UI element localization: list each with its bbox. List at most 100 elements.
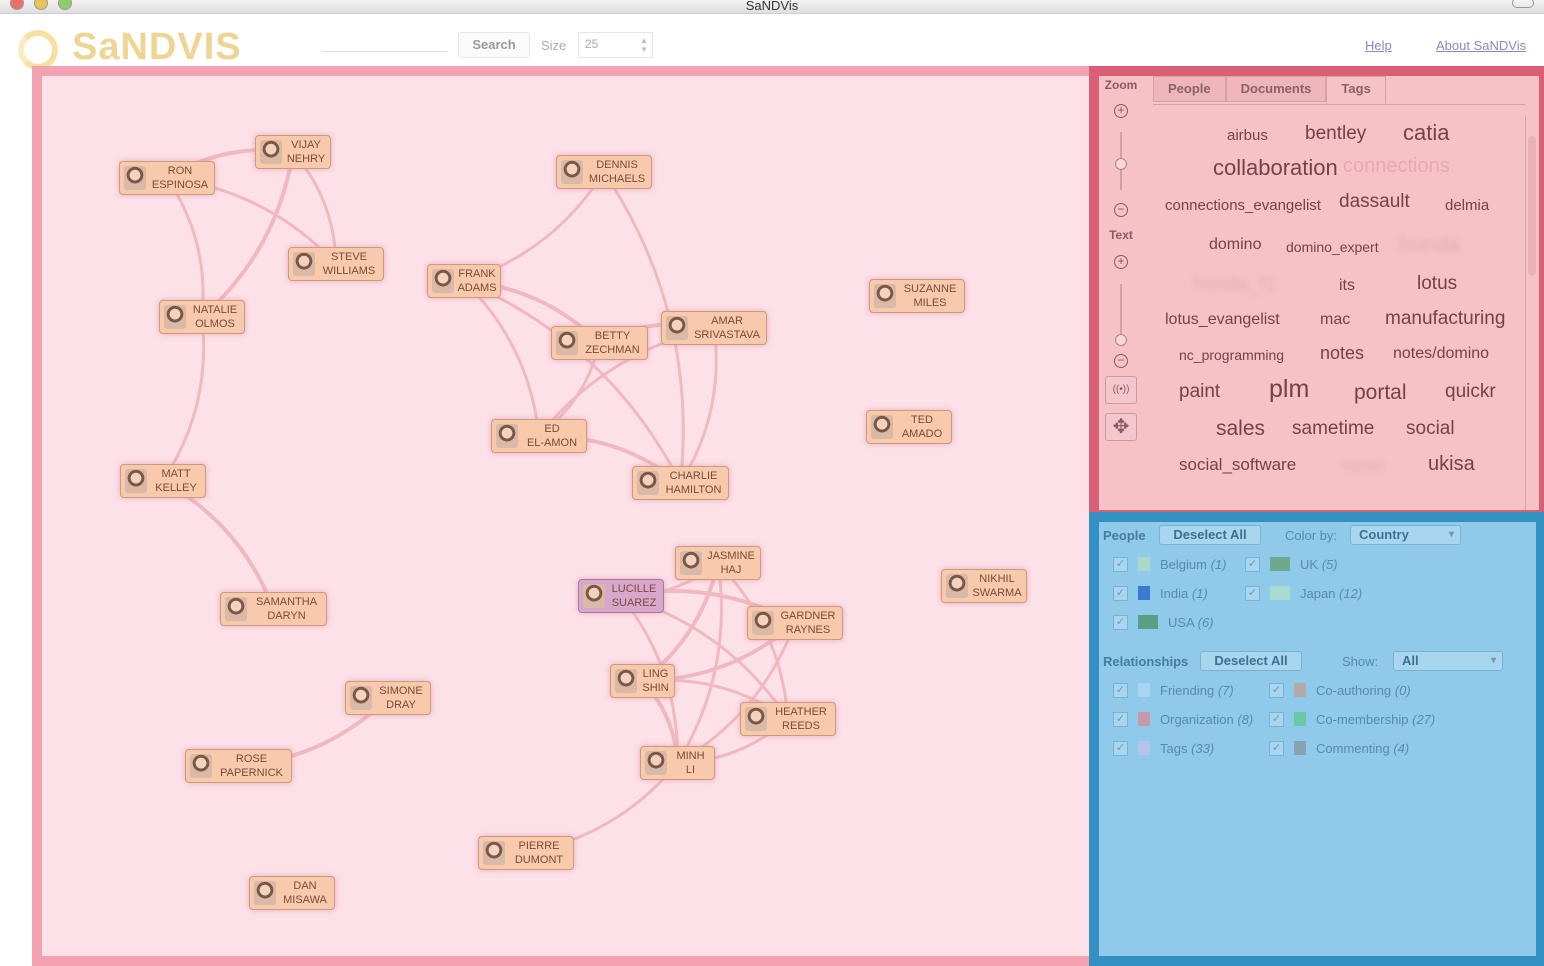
- person-node[interactable]: MINH LI: [640, 746, 715, 780]
- tag-item[interactable]: honda: [1399, 232, 1460, 258]
- radar-icon[interactable]: ((•)): [1105, 376, 1137, 404]
- tag-item[interactable]: domino_expert: [1286, 239, 1379, 255]
- person-node[interactable]: BETTY ZECHMAN: [551, 326, 648, 360]
- person-node[interactable]: ED EL-AMON: [491, 419, 587, 453]
- filter-checkbox[interactable]: ✓: [1113, 614, 1128, 630]
- color-by-select[interactable]: Country ▾: [1350, 525, 1461, 545]
- person-node[interactable]: PIERRE DUMONT: [478, 836, 574, 870]
- text-smaller-icon[interactable]: −: [1114, 354, 1128, 368]
- person-node[interactable]: HEATHER REEDS: [740, 702, 836, 736]
- person-node[interactable]: NIKHIL SWARMA: [941, 569, 1027, 603]
- person-node[interactable]: CHARLIE HAMILTON: [632, 466, 729, 500]
- filter-checkbox[interactable]: ✓: [1113, 585, 1128, 601]
- filter-checkbox[interactable]: ✓: [1269, 740, 1284, 756]
- person-node[interactable]: AMAR SRIVASTAVA: [661, 311, 767, 345]
- filter-checkbox[interactable]: ✓: [1245, 585, 1260, 601]
- legend-label: India (1): [1160, 586, 1208, 601]
- tag-item[interactable]: manufacturing: [1385, 308, 1505, 330]
- toolbar-toggle-button[interactable]: [1512, 0, 1534, 8]
- search-input[interactable]: [322, 32, 447, 52]
- zoom-in-icon[interactable]: +: [1114, 104, 1128, 118]
- legend-name: Friending: [1160, 682, 1215, 698]
- person-node[interactable]: DENNIS MICHAELS: [556, 155, 652, 189]
- person-node[interactable]: LUCILLE SUAREZ: [578, 579, 664, 613]
- tag-item[interactable]: dassault: [1339, 191, 1410, 213]
- person-node[interactable]: GARDNER RAYNES: [747, 606, 843, 640]
- tag-item[interactable]: connections: [1343, 155, 1450, 178]
- move-icon[interactable]: ✥: [1105, 413, 1137, 441]
- zoom-out-icon[interactable]: −: [1114, 203, 1128, 217]
- tag-item[interactable]: domino: [1209, 236, 1261, 254]
- search-button[interactable]: Search: [458, 32, 530, 58]
- tag-item[interactable]: lotus_evangelist: [1165, 311, 1280, 329]
- filter-checkbox[interactable]: ✓: [1269, 711, 1284, 727]
- person-node[interactable]: JASMINE HAJ: [675, 546, 761, 580]
- tag-item[interactable]: lotus: [1417, 273, 1457, 295]
- tag-item[interactable]: mac: [1320, 311, 1350, 329]
- tag-item[interactable]: airbus: [1227, 127, 1268, 144]
- about-link[interactable]: About SaNDVis: [1436, 38, 1526, 53]
- chevron-down-icon: ▾: [1448, 529, 1454, 540]
- social-network-graph[interactable]: RON ESPINOSA VIJAY NEHRY DENNIS MICHAELS ST…: [42, 76, 1089, 956]
- text-larger-icon[interactable]: +: [1114, 255, 1128, 269]
- tag-item[interactable]: paint: [1179, 381, 1220, 403]
- tag-cloud-scrollbar[interactable]: [1525, 116, 1537, 510]
- tag-item[interactable]: catia: [1403, 120, 1449, 146]
- stepper-arrows-icon[interactable]: ▲ ▼: [640, 36, 648, 54]
- filter-checkbox[interactable]: ✓: [1113, 711, 1128, 727]
- tag-cloud: airbus bentley catia collaboration connectio…: [1153, 104, 1525, 510]
- tag-item[interactable]: nc_programming: [1179, 347, 1284, 363]
- size-stepper[interactable]: 25 ▲ ▼: [578, 32, 653, 58]
- person-node[interactable]: VIJAY NEHRY: [255, 135, 331, 169]
- tag-item[interactable]: honda_f1: [1193, 273, 1276, 296]
- tag-item[interactable]: plm: [1269, 375, 1309, 404]
- tag-item[interactable]: notes/domino: [1393, 345, 1489, 363]
- person-node[interactable]: DAN MISAWA: [249, 876, 335, 910]
- tag-item[interactable]: connections_evangelist: [1165, 197, 1321, 214]
- tab-tags[interactable]: Tags: [1326, 76, 1386, 104]
- show-select[interactable]: All ▾: [1393, 651, 1503, 671]
- zoom-slider-knob[interactable]: [1115, 158, 1127, 170]
- filter-checkbox[interactable]: ✓: [1269, 682, 1284, 698]
- tag-item[interactable]: quickr: [1445, 381, 1496, 403]
- tag-item[interactable]: ukisa: [1428, 453, 1475, 476]
- person-node[interactable]: SAMANTHA DARYN: [220, 592, 327, 626]
- tag-item[interactable]: social: [1406, 418, 1455, 440]
- relationships-deselect-all-button[interactable]: Deselect All: [1200, 651, 1302, 671]
- filter-checkbox[interactable]: ✓: [1113, 740, 1128, 756]
- chevron-down-icon: ▾: [1490, 655, 1496, 666]
- tag-item[interactable]: toyota: [1341, 457, 1385, 475]
- person-node[interactable]: FRANK ADAMS: [427, 264, 501, 298]
- people-deselect-all-button[interactable]: Deselect All: [1159, 525, 1261, 545]
- person-name: LUCILLE SUAREZ: [611, 583, 657, 609]
- person-node[interactable]: SIMONE DRAY: [345, 681, 431, 715]
- tag-item[interactable]: portal: [1354, 381, 1407, 405]
- person-node[interactable]: MATT KELLEY: [120, 464, 206, 498]
- scrollbar-thumb[interactable]: [1528, 136, 1536, 276]
- tag-item[interactable]: its: [1339, 277, 1355, 295]
- tag-item[interactable]: sametime: [1292, 418, 1374, 440]
- tab-documents[interactable]: Documents: [1225, 76, 1327, 102]
- tab-people[interactable]: People: [1153, 76, 1226, 102]
- tag-item[interactable]: bentley: [1305, 123, 1366, 145]
- tag-item[interactable]: collaboration: [1213, 155, 1338, 181]
- text-slider-knob[interactable]: [1115, 334, 1127, 346]
- show-label: Show:: [1342, 654, 1379, 669]
- filter-checkbox[interactable]: ✓: [1113, 556, 1128, 572]
- tag-item[interactable]: delmia: [1445, 197, 1489, 214]
- person-node[interactable]: RON ESPINOSA: [119, 161, 215, 195]
- filter-checkbox[interactable]: ✓: [1113, 682, 1128, 698]
- person-name: ED EL-AMON: [526, 423, 578, 449]
- tag-item[interactable]: sales: [1216, 417, 1265, 441]
- person-node[interactable]: SUZANNE MILES: [869, 279, 965, 313]
- tag-item[interactable]: social_software: [1179, 455, 1296, 475]
- person-node[interactable]: NATALIE OLMOS: [159, 300, 245, 334]
- legend-row: ✓ Friending (7): [1113, 681, 1234, 699]
- person-node[interactable]: ROSE PAPERNICK: [185, 749, 292, 783]
- tag-item[interactable]: notes: [1320, 343, 1364, 364]
- help-link[interactable]: Help: [1365, 38, 1392, 53]
- filter-checkbox[interactable]: ✓: [1245, 556, 1260, 572]
- person-node[interactable]: LING SHIN: [610, 664, 675, 698]
- person-node[interactable]: TED AMADO: [866, 410, 952, 444]
- person-node[interactable]: STEVE WILLIAMS: [288, 247, 384, 281]
